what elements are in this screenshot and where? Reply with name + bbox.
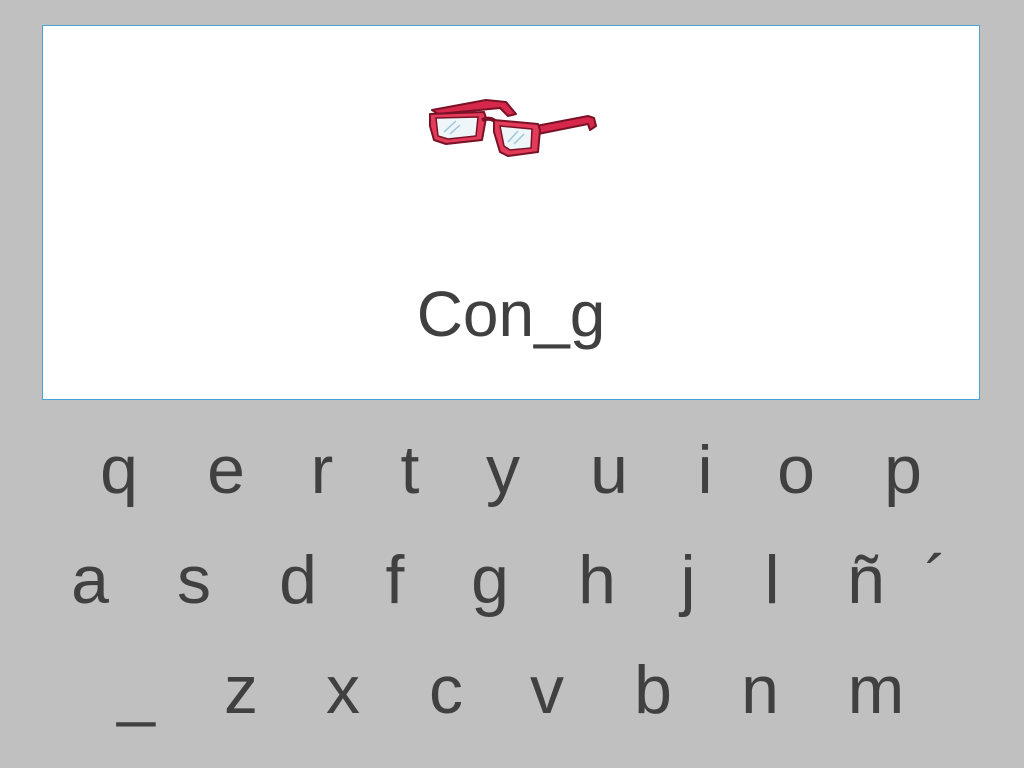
key-g[interactable]: g [471, 540, 509, 620]
key-c[interactable]: c [429, 650, 463, 730]
key-l[interactable]: l [764, 540, 779, 620]
key-d[interactable]: d [279, 540, 317, 620]
key-i[interactable]: i [697, 430, 712, 510]
key-r[interactable]: r [311, 430, 334, 510]
key-s[interactable]: s [177, 540, 211, 620]
key-j[interactable]: j [680, 540, 695, 620]
key-f[interactable]: f [386, 540, 405, 620]
key-acute-accent[interactable]: ´ [925, 540, 948, 620]
key-p[interactable]: p [884, 430, 922, 510]
key-y[interactable]: y [486, 430, 520, 510]
key-h[interactable]: h [578, 540, 616, 620]
key-q[interactable]: q [100, 430, 138, 510]
key-underscore[interactable]: _ [117, 650, 155, 730]
key-b[interactable]: b [634, 650, 672, 730]
key-o[interactable]: o [777, 430, 815, 510]
key-x[interactable]: x [326, 650, 360, 730]
key-t[interactable]: t [401, 430, 420, 510]
key-z[interactable]: z [224, 650, 258, 730]
eyeglasses-icon [429, 99, 597, 157]
word-with-missing-letter: Con_g [416, 278, 606, 350]
key-a[interactable]: a [71, 540, 109, 620]
key-m[interactable]: m [848, 650, 905, 730]
key-u[interactable]: u [590, 430, 628, 510]
key-n-tilde[interactable]: ñ [847, 540, 885, 620]
key-n[interactable]: n [741, 650, 779, 730]
key-v[interactable]: v [530, 650, 564, 730]
word-card: Con_g [42, 25, 980, 400]
key-e[interactable]: e [207, 430, 245, 510]
